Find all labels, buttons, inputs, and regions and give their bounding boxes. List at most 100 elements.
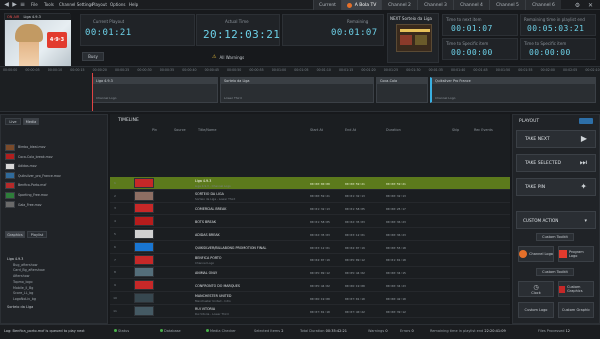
row-thumbnail: [134, 254, 154, 265]
col-duration[interactable]: Duration: [386, 128, 401, 132]
take-next-button[interactable]: TAKE NEXT ▶: [516, 130, 596, 148]
tab-playlist[interactable]: Playlist: [27, 231, 47, 238]
col-start[interactable]: Start At: [310, 128, 323, 132]
tab-channel-3[interactable]: Channel 3: [417, 0, 453, 10]
gear-icon[interactable]: ⚙: [574, 2, 581, 9]
tab-channel-4[interactable]: Channel 4: [453, 0, 489, 10]
tree-item[interactable]: Score_LL_bg: [13, 291, 33, 295]
tree-item[interactable]: Aftershow: [13, 274, 29, 278]
skip-icon: ⏭: [579, 158, 587, 167]
table-row[interactable]: 4 BOTS BREAK 00:01:58:05 00:02:35:03 00:00:3…: [110, 215, 510, 229]
table-row[interactable]: 3 COMERCIAL BREAK 00:01:32:13 00:01:58:05 00…: [110, 203, 510, 216]
preview-image: 4·9·3: [5, 20, 71, 66]
custom-toolkit-button[interactable]: Custom Toolkit: [536, 233, 574, 241]
menu-channel-settings[interactable]: Channel Settings: [59, 2, 93, 7]
tab-media[interactable]: Media: [23, 118, 39, 125]
channel-logo-icon: [346, 2, 352, 8]
back-icon[interactable]: ◀: [3, 1, 10, 8]
col-skip[interactable]: Skip: [452, 128, 459, 132]
menu-options[interactable]: Options: [110, 2, 125, 7]
row-end: 00:02:35:03: [345, 219, 365, 224]
warnings-toggle[interactable]: ⚠ All Warnings: [212, 53, 244, 61]
row-start: 00:04:07:19: [310, 258, 330, 263]
table-row[interactable]: 6 QUIKSILVER/BILLABONG PROMOTION FINAL 00:…: [110, 241, 510, 254]
tree-footer[interactable]: Sorteio da Liga: [7, 305, 33, 309]
media-thumbnail: [5, 191, 15, 199]
media-item[interactable]: Adidas.mov: [5, 162, 101, 170]
custom-logo-button[interactable]: Custom Logo: [518, 302, 554, 318]
forward-icon[interactable]: ▶: [11, 1, 18, 8]
custom-action-button[interactable]: CUSTOM ACTION ▾: [516, 211, 596, 229]
specific-item-panel: Time to Specific item 00:00:00: [442, 38, 518, 60]
busy-button[interactable]: Busy: [82, 52, 104, 61]
media-item[interactable]: Quiksilver_pro_France.mov: [5, 172, 101, 180]
col-source[interactable]: Source: [174, 128, 186, 132]
timeline-tick: 00:01:50: [495, 68, 511, 72]
tree-item[interactable]: Card_Bg_aftershow: [13, 268, 45, 272]
timeline-clip[interactable]: Liga 4.9.3 Channel Logo: [92, 77, 218, 103]
timeline-clip[interactable]: Sorteio da Liga Lower Third: [220, 77, 374, 103]
tab-channel-2[interactable]: Channel 2: [381, 0, 417, 10]
row-start: 00:03:12:01: [310, 245, 330, 250]
playout-toggle[interactable]: [579, 118, 593, 124]
current-playout-label: Current Playout: [93, 19, 125, 24]
table-row[interactable]: 9 CONFRONTO DO MARQUES 00:05:44:02 00:06:19…: [110, 279, 510, 293]
take-selected-button[interactable]: TAKE SELECTED ⏭: [516, 154, 596, 172]
row-dur: 00:01:01:18: [386, 258, 406, 263]
status-message: Log: Benfica_porto.mxf is queued to play…: [4, 329, 85, 333]
take-pin-button[interactable]: TAKE PIN ✦: [516, 178, 596, 196]
tab-channel-5[interactable]: Channel 5: [489, 0, 525, 10]
table-row[interactable]: 11 RUI VITORIA Rui Vitoria - Lower Third 00…: [110, 305, 510, 318]
table-row[interactable]: 1 Liga 4.9.3 Liga 4.9.3 - Channel Logo 00:0…: [110, 177, 510, 190]
tab-current[interactable]: Current: [313, 0, 341, 10]
col-pin[interactable]: Pin: [152, 128, 157, 132]
menu-file[interactable]: File: [31, 2, 38, 7]
media-item[interactable]: Benfica-Porto.mxf: [5, 181, 101, 189]
timeline-clip[interactable]: Coca-Cola: [376, 77, 428, 103]
tree-item[interactable]: LogoNoLiv_bg: [13, 297, 36, 301]
media-name: Benfica-Porto.mxf: [18, 183, 47, 188]
media-item[interactable]: Gala_Free.mov: [5, 201, 101, 209]
channel-logo-button[interactable]: Channel Logo: [518, 246, 554, 262]
tab-live[interactable]: Live: [5, 118, 21, 125]
menu-icon[interactable]: ≡: [19, 1, 26, 8]
col-title[interactable]: Title/Name: [198, 128, 216, 132]
playhead[interactable]: [92, 73, 93, 111]
custom-graphic-button[interactable]: Custom Graphic: [558, 302, 594, 318]
row-end: 00:06:19:00: [345, 283, 365, 288]
timeline-clip[interactable]: Quiksilver Pro France Channel Logo: [430, 77, 596, 103]
row-end: 00:05:09:12: [345, 258, 365, 263]
menu-tools[interactable]: Tools: [44, 2, 54, 7]
specific-item-label-2: Time to Specific item: [524, 41, 567, 46]
col-rec-events[interactable]: Rec Events: [474, 128, 493, 132]
clock-button[interactable]: ◷ Clock: [518, 281, 554, 297]
tree-item[interactable]: Bug_aftershow: [13, 263, 37, 267]
tab-graphics[interactable]: Graphics: [5, 231, 25, 238]
col-end[interactable]: End At: [345, 128, 356, 132]
program-logo-button[interactable]: Program Logo: [558, 246, 594, 262]
tree-item[interactable]: Liga 4.9.3: [7, 257, 23, 261]
media-item[interactable]: Bimbo_Ideal.mov: [5, 143, 101, 151]
custom-toolkit-button-2[interactable]: Custom Toolkit: [536, 268, 574, 276]
table-row[interactable]: 7 BENFICA PORTO Channel Logo 00:04:07:19 00:…: [110, 254, 510, 267]
media-item[interactable]: Sporting_Free.mov: [5, 191, 101, 199]
table-row[interactable]: 5 ADIDAS BREAK 00:02:35:03 00:03:12:01 00:00…: [110, 228, 510, 241]
tree-item[interactable]: Mobile_ll_Bg: [13, 286, 33, 290]
table-row[interactable]: 2 SORTEIO DA LIGA Sorteio da Liga - Lower …: [110, 190, 510, 203]
media-thumbnail: [5, 143, 15, 151]
tab-channel-6[interactable]: Channel 6: [525, 0, 561, 10]
tree-item[interactable]: Topmo_logo: [13, 280, 32, 284]
custom-graphics-button[interactable]: Custom Graphics: [558, 281, 594, 297]
media-name: Coca-Cola_break.mov: [18, 154, 53, 159]
status-item: Errors 0: [400, 329, 414, 333]
tab-a-bola-tv[interactable]: A Bola TV: [341, 0, 381, 10]
table-row[interactable]: 10 MANCHESTER UNITED Manchester United - I…: [110, 292, 510, 305]
media-item[interactable]: Coca-Cola_break.mov: [5, 153, 101, 161]
menu-help[interactable]: Help: [129, 2, 138, 7]
media-name: Adidas.mov: [18, 164, 37, 169]
timeline-strip[interactable]: 00:00:00 00:00:05 00:00:10 00:00:15 00:00:20…: [0, 66, 600, 112]
close-icon[interactable]: ✕: [587, 2, 594, 9]
menu-playout[interactable]: Playout: [92, 2, 107, 7]
row-dur: 00:00:59:21: [386, 181, 406, 186]
table-row[interactable]: 8 ANIMAL ONLY 00:05:09:12 00:05:44:02 00:00:…: [110, 267, 510, 280]
